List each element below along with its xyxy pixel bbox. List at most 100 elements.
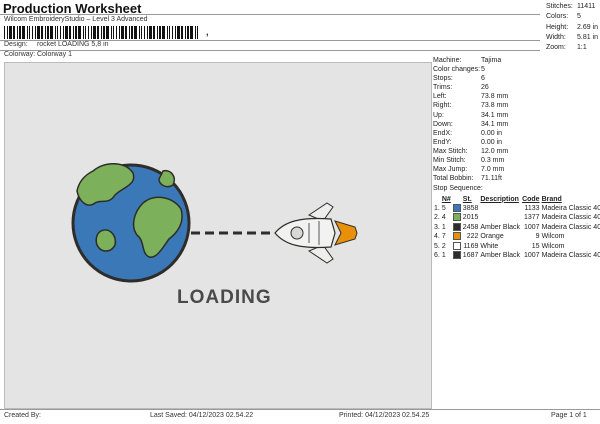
machine-info-label: Down: bbox=[433, 120, 453, 128]
barcode-bar bbox=[19, 26, 21, 39]
machine-info-row: Right: 73.8 mm bbox=[433, 101, 598, 110]
machine-info-row: Up: 34.1 mm bbox=[433, 111, 598, 120]
header-divider-3 bbox=[0, 50, 540, 51]
barcode-bar bbox=[41, 26, 43, 39]
stat-height: Height: 2.69 in bbox=[546, 23, 599, 31]
machine-info-label: Total Bobbin: bbox=[433, 175, 474, 183]
barcode-bar bbox=[185, 26, 186, 39]
machine-info-value: 73.8 mm bbox=[481, 102, 509, 110]
barcode-bar bbox=[172, 26, 173, 39]
machine-info-row: Min Stitch: 0.3 mm bbox=[433, 156, 598, 165]
barcode-bar bbox=[7, 26, 8, 39]
machine-info-label: Min Stitch: bbox=[433, 157, 466, 165]
machine-info-label: EndX: bbox=[433, 129, 453, 137]
machine-info-value: 5 bbox=[481, 66, 485, 74]
machine-info-row: Trims: 26 bbox=[433, 83, 598, 92]
barcode-bar bbox=[134, 26, 137, 39]
barcode-bar bbox=[93, 26, 96, 39]
barcode-bar bbox=[149, 26, 152, 39]
barcode-suffix: , bbox=[206, 27, 209, 37]
thread-code: 15 bbox=[531, 242, 540, 250]
barcode-bar bbox=[35, 26, 36, 39]
color-swatch bbox=[452, 204, 461, 213]
barcode-bar bbox=[73, 26, 74, 39]
page-number: Page 1 of 1 bbox=[551, 412, 587, 419]
design-artwork: LOADING bbox=[71, 163, 358, 308]
barcode-bar bbox=[29, 26, 30, 39]
stitch-count: 2458 bbox=[462, 223, 479, 231]
stop-number: 3. bbox=[434, 223, 440, 231]
thread-brand: Madeira Classic 40 bbox=[541, 223, 600, 231]
machine-info-value: Tajima bbox=[481, 57, 502, 64]
barcode-bar bbox=[88, 26, 89, 39]
needle-number: 7 bbox=[441, 233, 446, 241]
created-by: Created By: bbox=[4, 412, 41, 419]
machine-info-label: Color changes: bbox=[433, 66, 481, 74]
stop-sequence-row: 2. 4 2015 1377 Madeira Classic 40 bbox=[433, 213, 600, 222]
machine-info-value: 26 bbox=[481, 84, 489, 92]
colorway-value: Colorway 1 bbox=[36, 51, 72, 58]
machine-info-row: EndX: 0.00 in bbox=[433, 129, 598, 138]
barcode-bar bbox=[162, 26, 165, 39]
printed-date: Printed: 04/12/2023 02.54.25 bbox=[339, 412, 430, 419]
machine-info-label: EndY: bbox=[433, 138, 452, 146]
machine-info-value: 6 bbox=[481, 75, 485, 83]
color-swatch-cell bbox=[452, 213, 462, 222]
barcode-bar bbox=[97, 26, 99, 39]
barcode-bar bbox=[177, 26, 180, 39]
stop-number: 5. bbox=[434, 242, 440, 250]
design-label: Design: bbox=[4, 41, 28, 48]
barcode-bar bbox=[103, 26, 105, 39]
color-swatch-cell bbox=[452, 251, 462, 260]
barcode-bar bbox=[9, 26, 12, 39]
color-swatch bbox=[452, 222, 461, 231]
thread-code: 1007 bbox=[523, 251, 540, 259]
machine-info-row: Max Stitch: 12.0 mm bbox=[433, 147, 598, 156]
barcode bbox=[4, 26, 198, 39]
barcode-bar bbox=[144, 26, 145, 39]
footer-divider bbox=[0, 409, 600, 410]
barcode-bar bbox=[63, 26, 64, 39]
barcode-bar bbox=[75, 26, 77, 39]
barcode-bar bbox=[139, 26, 140, 39]
barcode-bar bbox=[55, 26, 56, 39]
header-st: St. bbox=[462, 195, 472, 203]
color-description: Amber Black bbox=[480, 251, 521, 259]
thread-brand: Madeira Classic 40 bbox=[541, 251, 600, 259]
barcode-bar bbox=[22, 26, 25, 39]
stop-sequence-row: 5. 2 1169 White 15 Wilcom bbox=[433, 241, 600, 250]
barcode-bar bbox=[153, 26, 155, 39]
barcode-bar bbox=[141, 26, 142, 39]
barcode-bar bbox=[69, 26, 71, 39]
stop-sequence-title: Stop Sequence: bbox=[433, 185, 483, 193]
machine-info-label: Right: bbox=[433, 102, 452, 110]
thread-brand: Madeira Classic 40 bbox=[541, 204, 600, 212]
thread-code: 1133 bbox=[524, 204, 540, 212]
barcode-bar bbox=[129, 26, 130, 39]
machine-info-panel: Machine: Tajima Color changes:5 Stops: 6 Trim… bbox=[433, 56, 600, 260]
machine-info-row: Down: 34.1 mm bbox=[433, 120, 598, 129]
design-preview: LOADING bbox=[4, 62, 432, 409]
barcode-bar bbox=[78, 26, 81, 39]
machine-info-value: 73.8 mm bbox=[481, 93, 509, 101]
thread-code: 1007 bbox=[523, 223, 540, 231]
header-brand: Brand bbox=[541, 195, 562, 203]
header-code: Code bbox=[522, 195, 540, 203]
needle-number: 1 bbox=[441, 223, 446, 231]
machine-info-label: Trims: bbox=[433, 84, 453, 92]
color-description: White bbox=[480, 242, 499, 250]
colorway-row: Colorway: Colorway 1 bbox=[4, 51, 72, 58]
stop-sequence-row: 1. 5 3858 1133 Madeira Classic 40 bbox=[433, 204, 600, 213]
barcode-bar bbox=[47, 26, 49, 39]
color-swatch-cell bbox=[452, 232, 462, 241]
machine-info-row: Color changes:5 bbox=[433, 65, 598, 74]
barcode-bar bbox=[45, 26, 46, 39]
barcode-bar bbox=[57, 26, 58, 39]
barcode-bar bbox=[106, 26, 109, 39]
barcode-bar bbox=[190, 26, 193, 39]
machine-info-value: 34.1 mm bbox=[481, 120, 509, 128]
machine-info-label: Left: bbox=[433, 93, 447, 101]
machine-info-row: Max Jump: 7.0 mm bbox=[433, 165, 598, 174]
thread-code: 9 bbox=[535, 233, 540, 241]
stop-number: 2. bbox=[434, 214, 440, 222]
